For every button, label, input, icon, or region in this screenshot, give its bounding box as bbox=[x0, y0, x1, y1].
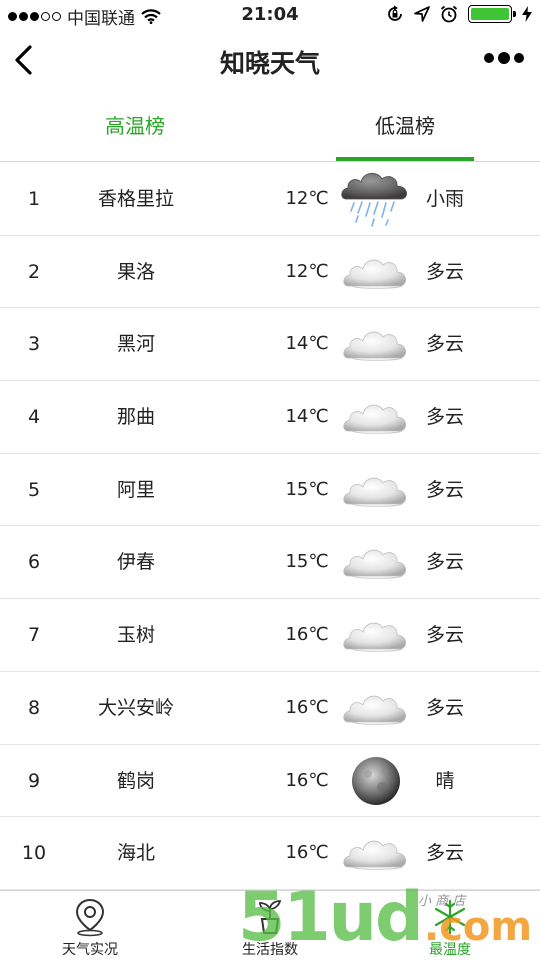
rank-number: 9 bbox=[27, 769, 41, 792]
rotation-lock-icon bbox=[388, 5, 402, 21]
temperature: 15℃ bbox=[285, 478, 329, 500]
cloudy-icon bbox=[340, 314, 412, 374]
ranking-list: 1 香格里拉 12℃ 小雨 2 果洛 12℃ 多云 3 黑河 14℃ 多云 4 … bbox=[0, 163, 540, 890]
rank-number: 6 bbox=[27, 551, 41, 574]
cloudy-icon bbox=[340, 387, 412, 447]
weather-condition: 晴 bbox=[435, 769, 455, 792]
cloudy-icon bbox=[340, 605, 412, 665]
rank-number: 8 bbox=[27, 696, 41, 719]
location-pin-icon bbox=[75, 898, 105, 937]
tab-low-temperature[interactable]: 低温榜 bbox=[270, 92, 540, 162]
weather-condition: 多云 bbox=[425, 406, 464, 429]
tabbar-item-weather-now[interactable]: 天气实况 bbox=[0, 891, 180, 960]
weather-condition: 小雨 bbox=[425, 188, 464, 210]
ranking-tabs: 高温榜 低温榜 bbox=[0, 92, 540, 162]
temperature: 16℃ bbox=[285, 624, 329, 646]
list-item[interactable]: 10 海北 16℃ 多云 bbox=[0, 817, 540, 890]
tabbar-label: 生活指数 bbox=[242, 942, 298, 958]
charging-bolt-icon bbox=[522, 6, 532, 22]
tab-high-temperature[interactable]: 高温榜 bbox=[0, 92, 270, 162]
navigation-bar: 知晓天气 bbox=[0, 30, 540, 92]
city-name: 黑河 bbox=[116, 333, 155, 356]
cloudy-icon bbox=[340, 823, 412, 883]
city-name: 果洛 bbox=[116, 260, 155, 283]
rank-number: 5 bbox=[27, 478, 41, 501]
list-item[interactable]: 5 阿里 15℃ 多云 bbox=[0, 454, 540, 527]
cloudy-icon bbox=[340, 460, 412, 520]
location-arrow-icon bbox=[414, 6, 430, 22]
tabbar-item-temperature[interactable]: 最温度 bbox=[360, 891, 540, 960]
rank-number: 7 bbox=[27, 624, 41, 647]
city-name: 玉树 bbox=[116, 624, 155, 647]
temperature: 16℃ bbox=[285, 769, 329, 791]
plant-pot-icon bbox=[259, 900, 282, 934]
alarm-icon bbox=[440, 5, 458, 23]
list-item[interactable]: 6 伊春 15℃ 多云 bbox=[0, 526, 540, 600]
rank-number: 3 bbox=[27, 333, 41, 356]
city-name: 阿里 bbox=[116, 478, 155, 501]
status-right bbox=[386, 5, 532, 23]
temperature: 16℃ bbox=[285, 696, 329, 718]
weather-condition: 多云 bbox=[425, 842, 464, 865]
tabbar-label: 天气实况 bbox=[62, 942, 118, 958]
city-name: 香格里拉 bbox=[97, 188, 174, 210]
city-name: 大兴安岭 bbox=[97, 696, 174, 719]
cloudy-icon bbox=[340, 532, 412, 592]
list-item[interactable]: 4 那曲 14℃ 多云 bbox=[0, 381, 540, 454]
rank-number: 1 bbox=[27, 188, 41, 210]
list-item[interactable]: 7 玉树 16℃ 多云 bbox=[0, 599, 540, 672]
status-bar: 中国联通 21:04 bbox=[0, 0, 540, 30]
city-name: 鹤岗 bbox=[116, 769, 155, 792]
city-name: 伊春 bbox=[116, 551, 155, 574]
list-item[interactable]: 8 大兴安岭 16℃ 多云 bbox=[0, 672, 540, 745]
temperature: 12℃ bbox=[285, 260, 329, 282]
temperature: 12℃ bbox=[285, 188, 329, 209]
page-title: 知晓天气 bbox=[219, 49, 320, 78]
rank-number: 10 bbox=[21, 842, 47, 865]
list-item[interactable]: 3 黑河 14℃ 多云 bbox=[0, 308, 540, 382]
weather-condition: 多云 bbox=[425, 333, 464, 356]
light-rain-icon bbox=[340, 169, 412, 229]
temperature: 15℃ bbox=[285, 551, 329, 573]
temperature: 14℃ bbox=[285, 406, 329, 428]
bottom-tab-bar: 天气实况 生活指数 最温度 bbox=[0, 890, 540, 960]
battery-icon bbox=[468, 5, 516, 23]
weather-condition: 多云 bbox=[425, 624, 464, 647]
snowflake-icon bbox=[434, 899, 466, 935]
weather-condition: 多云 bbox=[425, 478, 464, 501]
list-item[interactable]: 9 鹤岗 16℃ 晴 bbox=[0, 745, 540, 818]
tabbar-item-life-index[interactable]: 生活指数 bbox=[180, 891, 360, 960]
temperature: 14℃ bbox=[285, 333, 329, 355]
rank-number: 2 bbox=[27, 260, 41, 283]
rank-number: 4 bbox=[27, 406, 41, 429]
weather-condition: 多云 bbox=[425, 551, 464, 574]
city-name: 海北 bbox=[116, 842, 155, 865]
tabbar-label: 最温度 bbox=[429, 942, 471, 958]
cloudy-icon bbox=[340, 678, 412, 738]
active-tab-indicator bbox=[336, 157, 474, 161]
temperature: 16℃ bbox=[285, 842, 329, 864]
weather-condition: 多云 bbox=[425, 696, 464, 719]
weather-condition: 多云 bbox=[425, 260, 464, 283]
cloudy-icon bbox=[340, 242, 412, 302]
list-item[interactable]: 1 香格里拉 12℃ 小雨 bbox=[0, 163, 540, 236]
list-item[interactable]: 2 果洛 12℃ 多云 bbox=[0, 236, 540, 309]
clear-night-icon bbox=[340, 751, 412, 811]
more-options-icon[interactable] bbox=[484, 52, 524, 64]
city-name: 那曲 bbox=[116, 406, 155, 429]
